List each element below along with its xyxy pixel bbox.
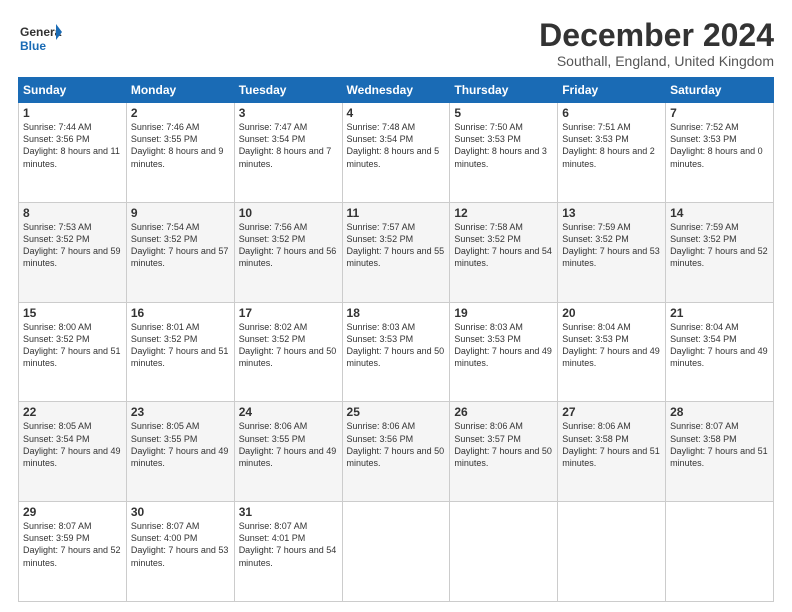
table-row: 21 Sunrise: 8:04 AMSunset: 3:54 PMDaylig…: [666, 302, 774, 402]
table-row: 17 Sunrise: 8:02 AMSunset: 3:52 PMDaylig…: [234, 302, 342, 402]
table-row: 20 Sunrise: 8:04 AMSunset: 3:53 PMDaylig…: [558, 302, 666, 402]
col-saturday: Saturday: [666, 78, 774, 103]
table-row: 26 Sunrise: 8:06 AMSunset: 3:57 PMDaylig…: [450, 402, 558, 502]
table-row: 7 Sunrise: 7:52 AMSunset: 3:53 PMDayligh…: [666, 103, 774, 203]
col-friday: Friday: [558, 78, 666, 103]
table-row: 28 Sunrise: 8:07 AMSunset: 3:58 PMDaylig…: [666, 402, 774, 502]
empty-cell: [558, 502, 666, 602]
svg-text:General: General: [20, 25, 62, 39]
svg-text:Blue: Blue: [20, 39, 46, 53]
col-tuesday: Tuesday: [234, 78, 342, 103]
col-sunday: Sunday: [19, 78, 127, 103]
header-row: Sunday Monday Tuesday Wednesday Thursday…: [19, 78, 774, 103]
logo: General Blue: [18, 18, 62, 62]
calendar-page: General Blue December 2024 Southall, Eng…: [0, 0, 792, 612]
calendar-table: Sunday Monday Tuesday Wednesday Thursday…: [18, 77, 774, 602]
table-row: 16 Sunrise: 8:01 AMSunset: 3:52 PMDaylig…: [126, 302, 234, 402]
logo-svg: General Blue: [18, 18, 62, 62]
table-row: 14 Sunrise: 7:59 AMSunset: 3:52 PMDaylig…: [666, 202, 774, 302]
col-monday: Monday: [126, 78, 234, 103]
table-row: 4 Sunrise: 7:48 AMSunset: 3:54 PMDayligh…: [342, 103, 450, 203]
empty-cell: [342, 502, 450, 602]
table-row: 31 Sunrise: 8:07 AMSunset: 4:01 PMDaylig…: [234, 502, 342, 602]
table-row: 29 Sunrise: 8:07 AMSunset: 3:59 PMDaylig…: [19, 502, 127, 602]
table-row: 22 Sunrise: 8:05 AMSunset: 3:54 PMDaylig…: [19, 402, 127, 502]
empty-cell: [450, 502, 558, 602]
table-row: 13 Sunrise: 7:59 AMSunset: 3:52 PMDaylig…: [558, 202, 666, 302]
table-row: 12 Sunrise: 7:58 AMSunset: 3:52 PMDaylig…: [450, 202, 558, 302]
table-row: 1 Sunrise: 7:44 AMSunset: 3:56 PMDayligh…: [19, 103, 127, 203]
table-row: 9 Sunrise: 7:54 AMSunset: 3:52 PMDayligh…: [126, 202, 234, 302]
table-row: 11 Sunrise: 7:57 AMSunset: 3:52 PMDaylig…: [342, 202, 450, 302]
table-row: 6 Sunrise: 7:51 AMSunset: 3:53 PMDayligh…: [558, 103, 666, 203]
table-row: 25 Sunrise: 8:06 AMSunset: 3:56 PMDaylig…: [342, 402, 450, 502]
table-row: 2 Sunrise: 7:46 AMSunset: 3:55 PMDayligh…: [126, 103, 234, 203]
table-row: 23 Sunrise: 8:05 AMSunset: 3:55 PMDaylig…: [126, 402, 234, 502]
header: General Blue December 2024 Southall, Eng…: [18, 18, 774, 69]
main-title: December 2024: [539, 18, 774, 53]
table-row: 24 Sunrise: 8:06 AMSunset: 3:55 PMDaylig…: [234, 402, 342, 502]
table-row: 8 Sunrise: 7:53 AMSunset: 3:52 PMDayligh…: [19, 202, 127, 302]
table-row: 15 Sunrise: 8:00 AMSunset: 3:52 PMDaylig…: [19, 302, 127, 402]
table-row: 30 Sunrise: 8:07 AMSunset: 4:00 PMDaylig…: [126, 502, 234, 602]
title-block: December 2024 Southall, England, United …: [539, 18, 774, 69]
table-row: 18 Sunrise: 8:03 AMSunset: 3:53 PMDaylig…: [342, 302, 450, 402]
col-thursday: Thursday: [450, 78, 558, 103]
table-row: 5 Sunrise: 7:50 AMSunset: 3:53 PMDayligh…: [450, 103, 558, 203]
col-wednesday: Wednesday: [342, 78, 450, 103]
subtitle: Southall, England, United Kingdom: [539, 53, 774, 69]
table-row: 10 Sunrise: 7:56 AMSunset: 3:52 PMDaylig…: [234, 202, 342, 302]
empty-cell: [666, 502, 774, 602]
table-row: 3 Sunrise: 7:47 AMSunset: 3:54 PMDayligh…: [234, 103, 342, 203]
table-row: 19 Sunrise: 8:03 AMSunset: 3:53 PMDaylig…: [450, 302, 558, 402]
table-row: 27 Sunrise: 8:06 AMSunset: 3:58 PMDaylig…: [558, 402, 666, 502]
